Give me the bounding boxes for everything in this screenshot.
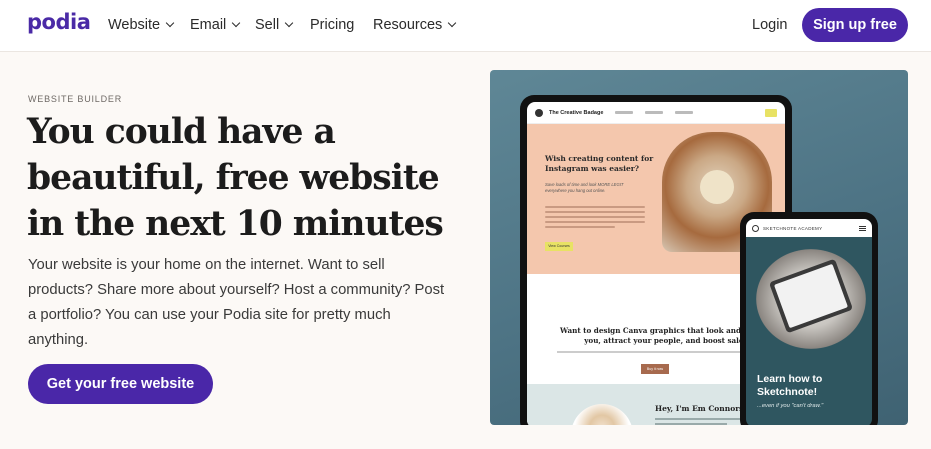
nav-email[interactable]: Email — [190, 17, 241, 33]
eyebrow-label: WEBSITE BUILDER — [28, 94, 123, 104]
nav-email-label: Email — [190, 17, 227, 33]
tablet-site-nav: The Creative Badage — [527, 102, 785, 124]
phone-hero-title: Learn how to Sketchnote! — [757, 373, 823, 398]
nav-sell[interactable]: Sell — [255, 17, 294, 33]
phone-screen: SKETCHNOTE ACADEMY Learn how to Sketchno… — [746, 219, 872, 425]
nav-placeholder — [645, 111, 664, 114]
nav-placeholder — [615, 111, 634, 114]
login-link[interactable]: Login — [752, 17, 787, 33]
chevron-down-icon — [448, 18, 457, 28]
hamburger-menu-icon — [859, 225, 866, 231]
phone-site-brand: SKETCHNOTE ACADEMY — [763, 225, 823, 231]
text-placeholder — [655, 418, 745, 425]
nav-website-label: Website — [108, 17, 161, 33]
tablet-hero-button: View Courses — [545, 242, 573, 251]
nav-sell-label: Sell — [255, 17, 280, 33]
hero-description: Your website is your home on the interne… — [28, 257, 445, 348]
tablet-about-title: Hey, I'm Em Connors — [655, 404, 744, 413]
nav-pricing[interactable]: Pricing — [310, 17, 354, 33]
chevron-down-icon — [284, 18, 294, 28]
portrait-photo — [571, 404, 633, 425]
podia-logo[interactable]: podia — [27, 10, 91, 34]
signup-button[interactable]: Sign up free — [802, 8, 908, 42]
tablet-mid-button: Buy it now — [641, 364, 669, 374]
nav-pricing-label: Pricing — [310, 17, 355, 33]
phone-site-nav: SKETCHNOTE ACADEMY — [746, 219, 872, 237]
text-placeholder — [557, 351, 757, 353]
hero-headline: You could have a beautiful, free website… — [27, 112, 444, 244]
tablet-hero-subtitle: Save loads of time and look MORE LEGIT e… — [545, 182, 624, 193]
text-placeholder — [545, 206, 645, 231]
site-logo-icon — [535, 108, 543, 117]
chevron-down-icon — [232, 18, 241, 28]
phone-hero-subtitle: ...even if you "can't draw." — [757, 403, 824, 409]
site-logo-icon — [752, 224, 759, 232]
tablet-site-brand: The Creative Badage — [549, 109, 604, 116]
nav-website[interactable]: Website — [108, 17, 175, 33]
phone-mockup: SKETCHNOTE ACADEMY Learn how to Sketchno… — [740, 212, 878, 425]
nav-resources[interactable]: Resources — [373, 17, 457, 33]
tablet-hero-title: Wish creating content for Instagram was … — [545, 154, 654, 173]
top-navigation: podia Website Email Sell Pricing Resourc… — [0, 0, 931, 52]
nav-placeholder — [675, 111, 694, 114]
get-free-website-button[interactable]: Get your free website — [28, 364, 213, 404]
website-preview-image: The Creative Badage Wish creating conten… — [490, 70, 908, 425]
nav-button-placeholder — [765, 108, 777, 117]
chevron-down-icon — [165, 18, 175, 28]
nav-resources-label: Resources — [373, 17, 443, 33]
